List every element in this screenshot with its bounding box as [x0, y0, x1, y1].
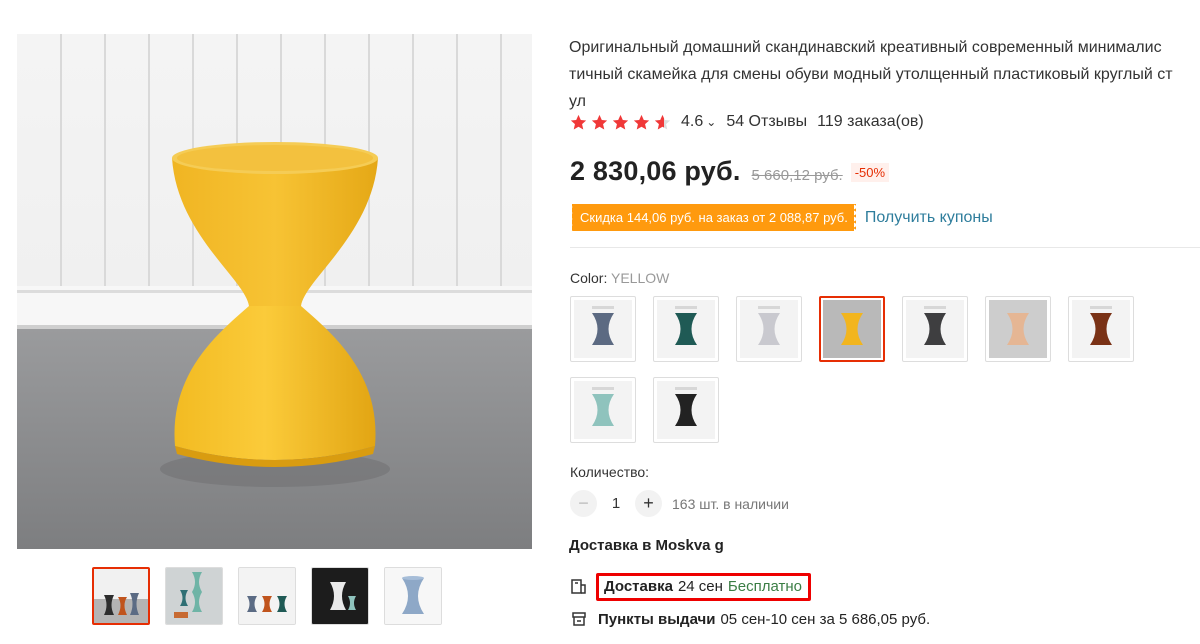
stool-icon	[592, 394, 614, 426]
divider	[570, 247, 1200, 248]
color-swatch-7[interactable]	[1068, 296, 1134, 362]
get-coupons-link[interactable]: Получить купоны	[865, 209, 993, 227]
delivery-date: 24 сен	[677, 578, 723, 595]
rating-row: 4.6 ⌄ 54 Отзывы 119 заказа(ов)	[570, 110, 924, 134]
thumbnail-strip	[92, 567, 442, 625]
old-price: 5 660,12 руб.	[751, 167, 843, 184]
star-full-icon	[591, 114, 608, 129]
color-label-text: Color:	[570, 270, 608, 286]
discount-badge: -50%	[850, 163, 890, 182]
chevron-down-icon[interactable]: ⌄	[706, 115, 716, 129]
color-label: Color: YELLOW	[570, 270, 669, 286]
quantity-minus-button[interactable]: −	[570, 490, 597, 517]
stool-icon	[924, 313, 946, 345]
pickup-info: 05 сен-10 сен за 5 686,05 руб.	[720, 610, 931, 628]
delivery-row: Доставка 24 сен Бесплатно	[570, 573, 811, 601]
thumbnail-5[interactable]	[384, 567, 442, 625]
pickup-point-icon	[572, 612, 586, 626]
yellow-stool-photo	[17, 34, 532, 549]
rating-value: 4.6	[681, 113, 704, 130]
three-stools-thumb-icon	[239, 568, 295, 624]
delivery-destination[interactable]: Доставка в Moskva g	[569, 537, 724, 554]
star-half-icon	[654, 114, 671, 129]
thumbnail-2[interactable]	[165, 567, 223, 625]
star-full-icon	[612, 114, 629, 129]
stool-icon	[675, 394, 697, 426]
coupon-badge: Скидка 144,06 руб. на заказ от 2 088,87 …	[570, 204, 858, 231]
star-full-icon	[633, 114, 650, 129]
delivery-highlight-box: Доставка 24 сен Бесплатно	[596, 573, 811, 601]
thumbnail-4[interactable]	[311, 567, 369, 625]
delivery-cost: Бесплатно	[727, 578, 802, 595]
color-swatch-6[interactable]	[985, 296, 1051, 362]
product-title: Оригинальный домашний скандинавский креа…	[569, 39, 1173, 110]
thumbnail-3[interactable]	[238, 567, 296, 625]
reviews-link[interactable]: 54 Отзывы	[726, 113, 807, 131]
stool-icon	[841, 313, 863, 345]
pickup-row: Пункты выдачи 05 сен-10 сен за 5 686,05 …	[570, 610, 930, 628]
stool-icon	[1007, 313, 1029, 345]
quantity-stepper: − 1 + 163 шт. в наличии	[570, 490, 789, 517]
delivery-icon	[571, 579, 586, 594]
delivery-label: Доставка	[604, 578, 673, 595]
color-swatch-5[interactable]	[902, 296, 968, 362]
coupon-row: Скидка 144,06 руб. на заказ от 2 088,87 …	[570, 204, 993, 231]
dark-scene-thumb-icon	[312, 568, 368, 624]
color-swatch-8[interactable]	[570, 377, 636, 443]
stock-count: 163 шт. в наличии	[672, 495, 789, 512]
orders-count: 119 заказа(ов)	[817, 113, 924, 130]
multicolor-stools-thumb-icon	[94, 569, 148, 623]
color-swatch-9[interactable]	[653, 377, 719, 443]
color-swatch-3[interactable]	[736, 296, 802, 362]
price-row: 2 830,06 руб. 5 660,12 руб. -50%	[570, 156, 890, 187]
color-swatch-1[interactable]	[570, 296, 636, 362]
stacked-stools-thumb-icon	[166, 568, 222, 624]
star-full-icon	[570, 114, 587, 129]
stool-icon	[1090, 313, 1112, 345]
quantity-plus-button[interactable]: +	[635, 490, 662, 517]
thumbnail-1[interactable]	[92, 567, 150, 625]
pickup-label: Пункты выдачи	[598, 610, 716, 628]
color-swatch-2[interactable]	[653, 296, 719, 362]
stool-icon	[592, 313, 614, 345]
stool-icon	[758, 313, 780, 345]
current-price: 2 830,06 руб.	[570, 156, 741, 186]
main-product-image[interactable]	[17, 34, 532, 549]
blue-stool-thumb-icon	[385, 568, 441, 624]
selected-color-value: YELLOW	[611, 270, 670, 286]
stool-icon	[675, 313, 697, 345]
color-swatch-yellow-selected[interactable]	[819, 296, 885, 362]
quantity-label: Количество:	[570, 464, 650, 480]
quantity-value[interactable]: 1	[597, 495, 635, 512]
